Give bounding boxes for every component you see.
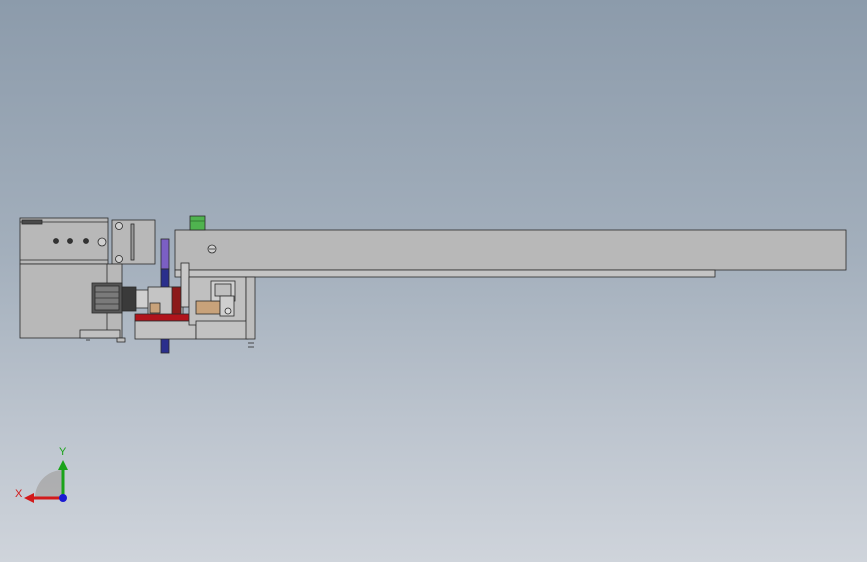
x-axis-arrow bbox=[24, 493, 34, 503]
cylinder-hole-3 bbox=[83, 238, 89, 244]
vertical-shaft-top[interactable] bbox=[160, 238, 170, 270]
lower-base-plate[interactable] bbox=[134, 320, 197, 340]
long-beam[interactable] bbox=[174, 229, 847, 271]
slider-screw bbox=[224, 307, 232, 315]
graphics-viewport[interactable]: Y X bbox=[0, 0, 867, 562]
y-axis-arrow bbox=[58, 460, 68, 470]
endcap-screw-1 bbox=[115, 222, 123, 230]
red-wheel[interactable] bbox=[171, 286, 182, 316]
red-plate[interactable] bbox=[134, 313, 197, 322]
cylinder-block[interactable] bbox=[19, 217, 109, 265]
cylinder-hole-2 bbox=[67, 238, 73, 244]
green-sensor[interactable] bbox=[189, 215, 206, 231]
cylinder-hole-1 bbox=[53, 238, 59, 244]
endcap-screw-2 bbox=[115, 255, 123, 263]
beam-rail[interactable] bbox=[174, 269, 716, 278]
foot-clip bbox=[116, 337, 126, 343]
cylinder-port bbox=[97, 237, 107, 247]
axis-triad: Y X bbox=[15, 446, 68, 503]
bearing-inner bbox=[214, 283, 232, 297]
y-axis-label: Y bbox=[59, 446, 67, 458]
cylinder-slot bbox=[21, 219, 43, 225]
coupling[interactable] bbox=[121, 286, 137, 312]
right-vertical-bar[interactable] bbox=[245, 276, 256, 340]
support-post[interactable] bbox=[180, 262, 190, 308]
assembly-model[interactable] bbox=[0, 0, 867, 562]
tan-block-right bbox=[195, 300, 221, 315]
z-axis-dot bbox=[59, 494, 67, 502]
endcap-window bbox=[130, 223, 135, 261]
right-lower-plate[interactable] bbox=[195, 320, 249, 340]
base-foot bbox=[79, 329, 121, 339]
triad-plane-shade bbox=[35, 470, 63, 498]
x-axis-label: X bbox=[15, 488, 23, 500]
tan-block-left bbox=[149, 302, 161, 314]
